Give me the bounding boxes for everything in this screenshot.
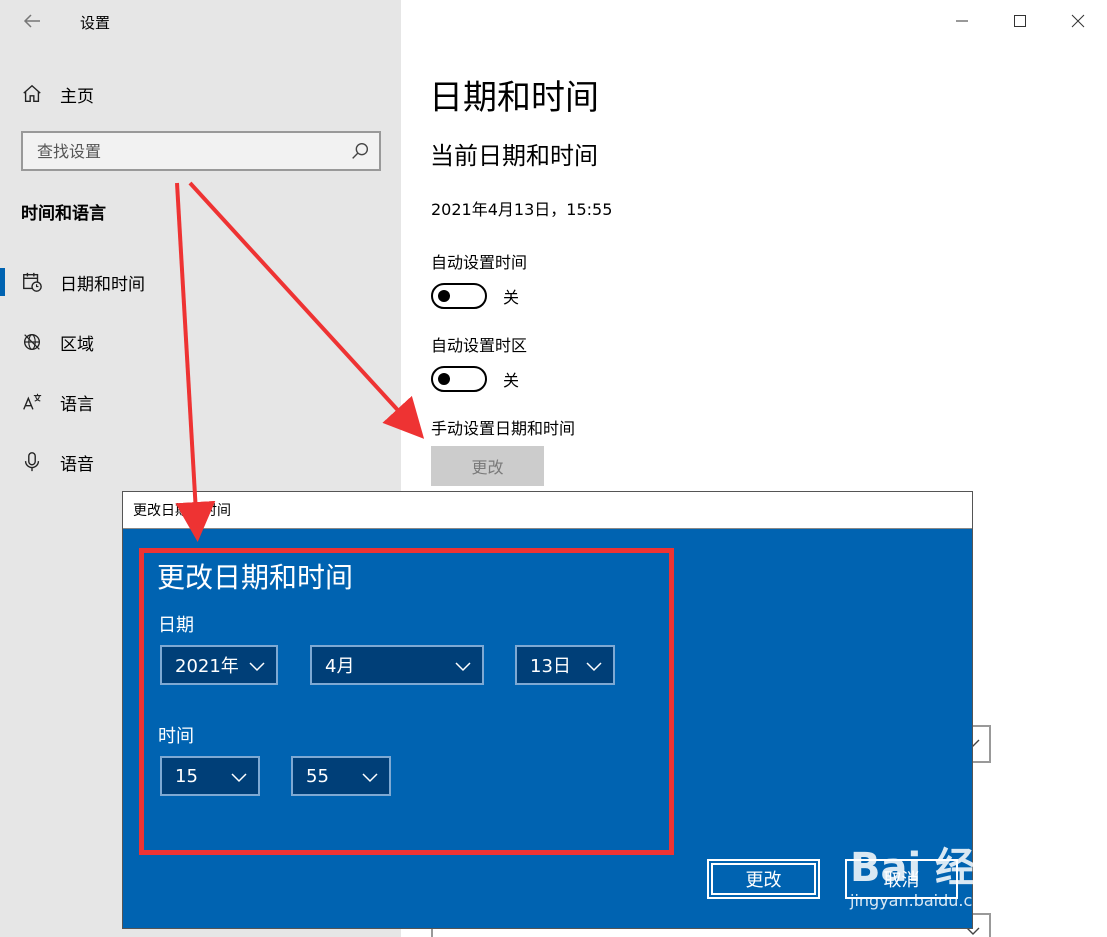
auto-time-row: 关 bbox=[431, 283, 519, 309]
minimize-icon[interactable] bbox=[933, 0, 991, 42]
confirm-change-button[interactable]: 更改 bbox=[707, 859, 820, 899]
sidebar-item-date-time[interactable]: 日期和时间 bbox=[0, 262, 401, 302]
sidebar-item-speech[interactable]: 语音 bbox=[0, 442, 401, 482]
auto-timezone-state: 关 bbox=[503, 371, 520, 390]
microphone-icon bbox=[20, 450, 44, 474]
window-controls bbox=[933, 0, 1107, 42]
sidebar-item-label: 语音 bbox=[60, 454, 94, 475]
change-button[interactable]: 更改 bbox=[431, 446, 544, 486]
auto-timezone-toggle[interactable] bbox=[431, 366, 487, 392]
home-icon bbox=[20, 82, 44, 106]
page-title: 日期和时间 bbox=[429, 78, 599, 118]
sidebar-item-language[interactable]: 语言 bbox=[0, 382, 401, 422]
maximize-icon[interactable] bbox=[991, 0, 1049, 42]
globe-icon bbox=[20, 330, 44, 354]
section-title: 时间和语言 bbox=[21, 204, 106, 224]
auto-time-state: 关 bbox=[503, 288, 520, 307]
annotation-highlight-box bbox=[139, 548, 674, 855]
search-box[interactable] bbox=[21, 131, 381, 171]
close-icon[interactable] bbox=[1049, 0, 1107, 42]
auto-time-label: 自动设置时间 bbox=[431, 253, 528, 272]
calendar-clock-icon bbox=[20, 270, 44, 294]
sidebar-item-label: 区域 bbox=[60, 334, 94, 355]
baidu-watermark: Bai 经验 jingyan.baidu.com bbox=[845, 815, 1055, 915]
auto-timezone-label: 自动设置时区 bbox=[431, 336, 528, 355]
search-icon[interactable] bbox=[349, 140, 371, 162]
dialog-title: 更改日期和时间 bbox=[123, 492, 972, 529]
nav-home[interactable]: 主页 bbox=[20, 80, 380, 108]
auto-time-toggle[interactable] bbox=[431, 283, 487, 309]
back-arrow-icon[interactable] bbox=[20, 9, 44, 33]
auto-timezone-row: 关 bbox=[431, 366, 519, 392]
section-subtitle: 当前日期和时间 bbox=[430, 142, 598, 170]
current-datetime: 2021年4月13日，15:55 bbox=[431, 200, 613, 219]
app-title: 设置 bbox=[80, 14, 111, 32]
watermark-url: jingyan.baidu.com bbox=[850, 891, 998, 910]
language-icon bbox=[20, 390, 44, 414]
sidebar-item-label: 日期和时间 bbox=[60, 274, 145, 295]
sidebar-item-label: 语言 bbox=[60, 394, 94, 415]
manual-datetime-label: 手动设置日期和时间 bbox=[431, 419, 576, 438]
watermark-brand: Bai 经验 bbox=[850, 845, 1016, 891]
search-input[interactable] bbox=[37, 141, 349, 161]
home-label: 主页 bbox=[60, 86, 94, 107]
sidebar-item-region[interactable]: 区域 bbox=[0, 322, 401, 362]
